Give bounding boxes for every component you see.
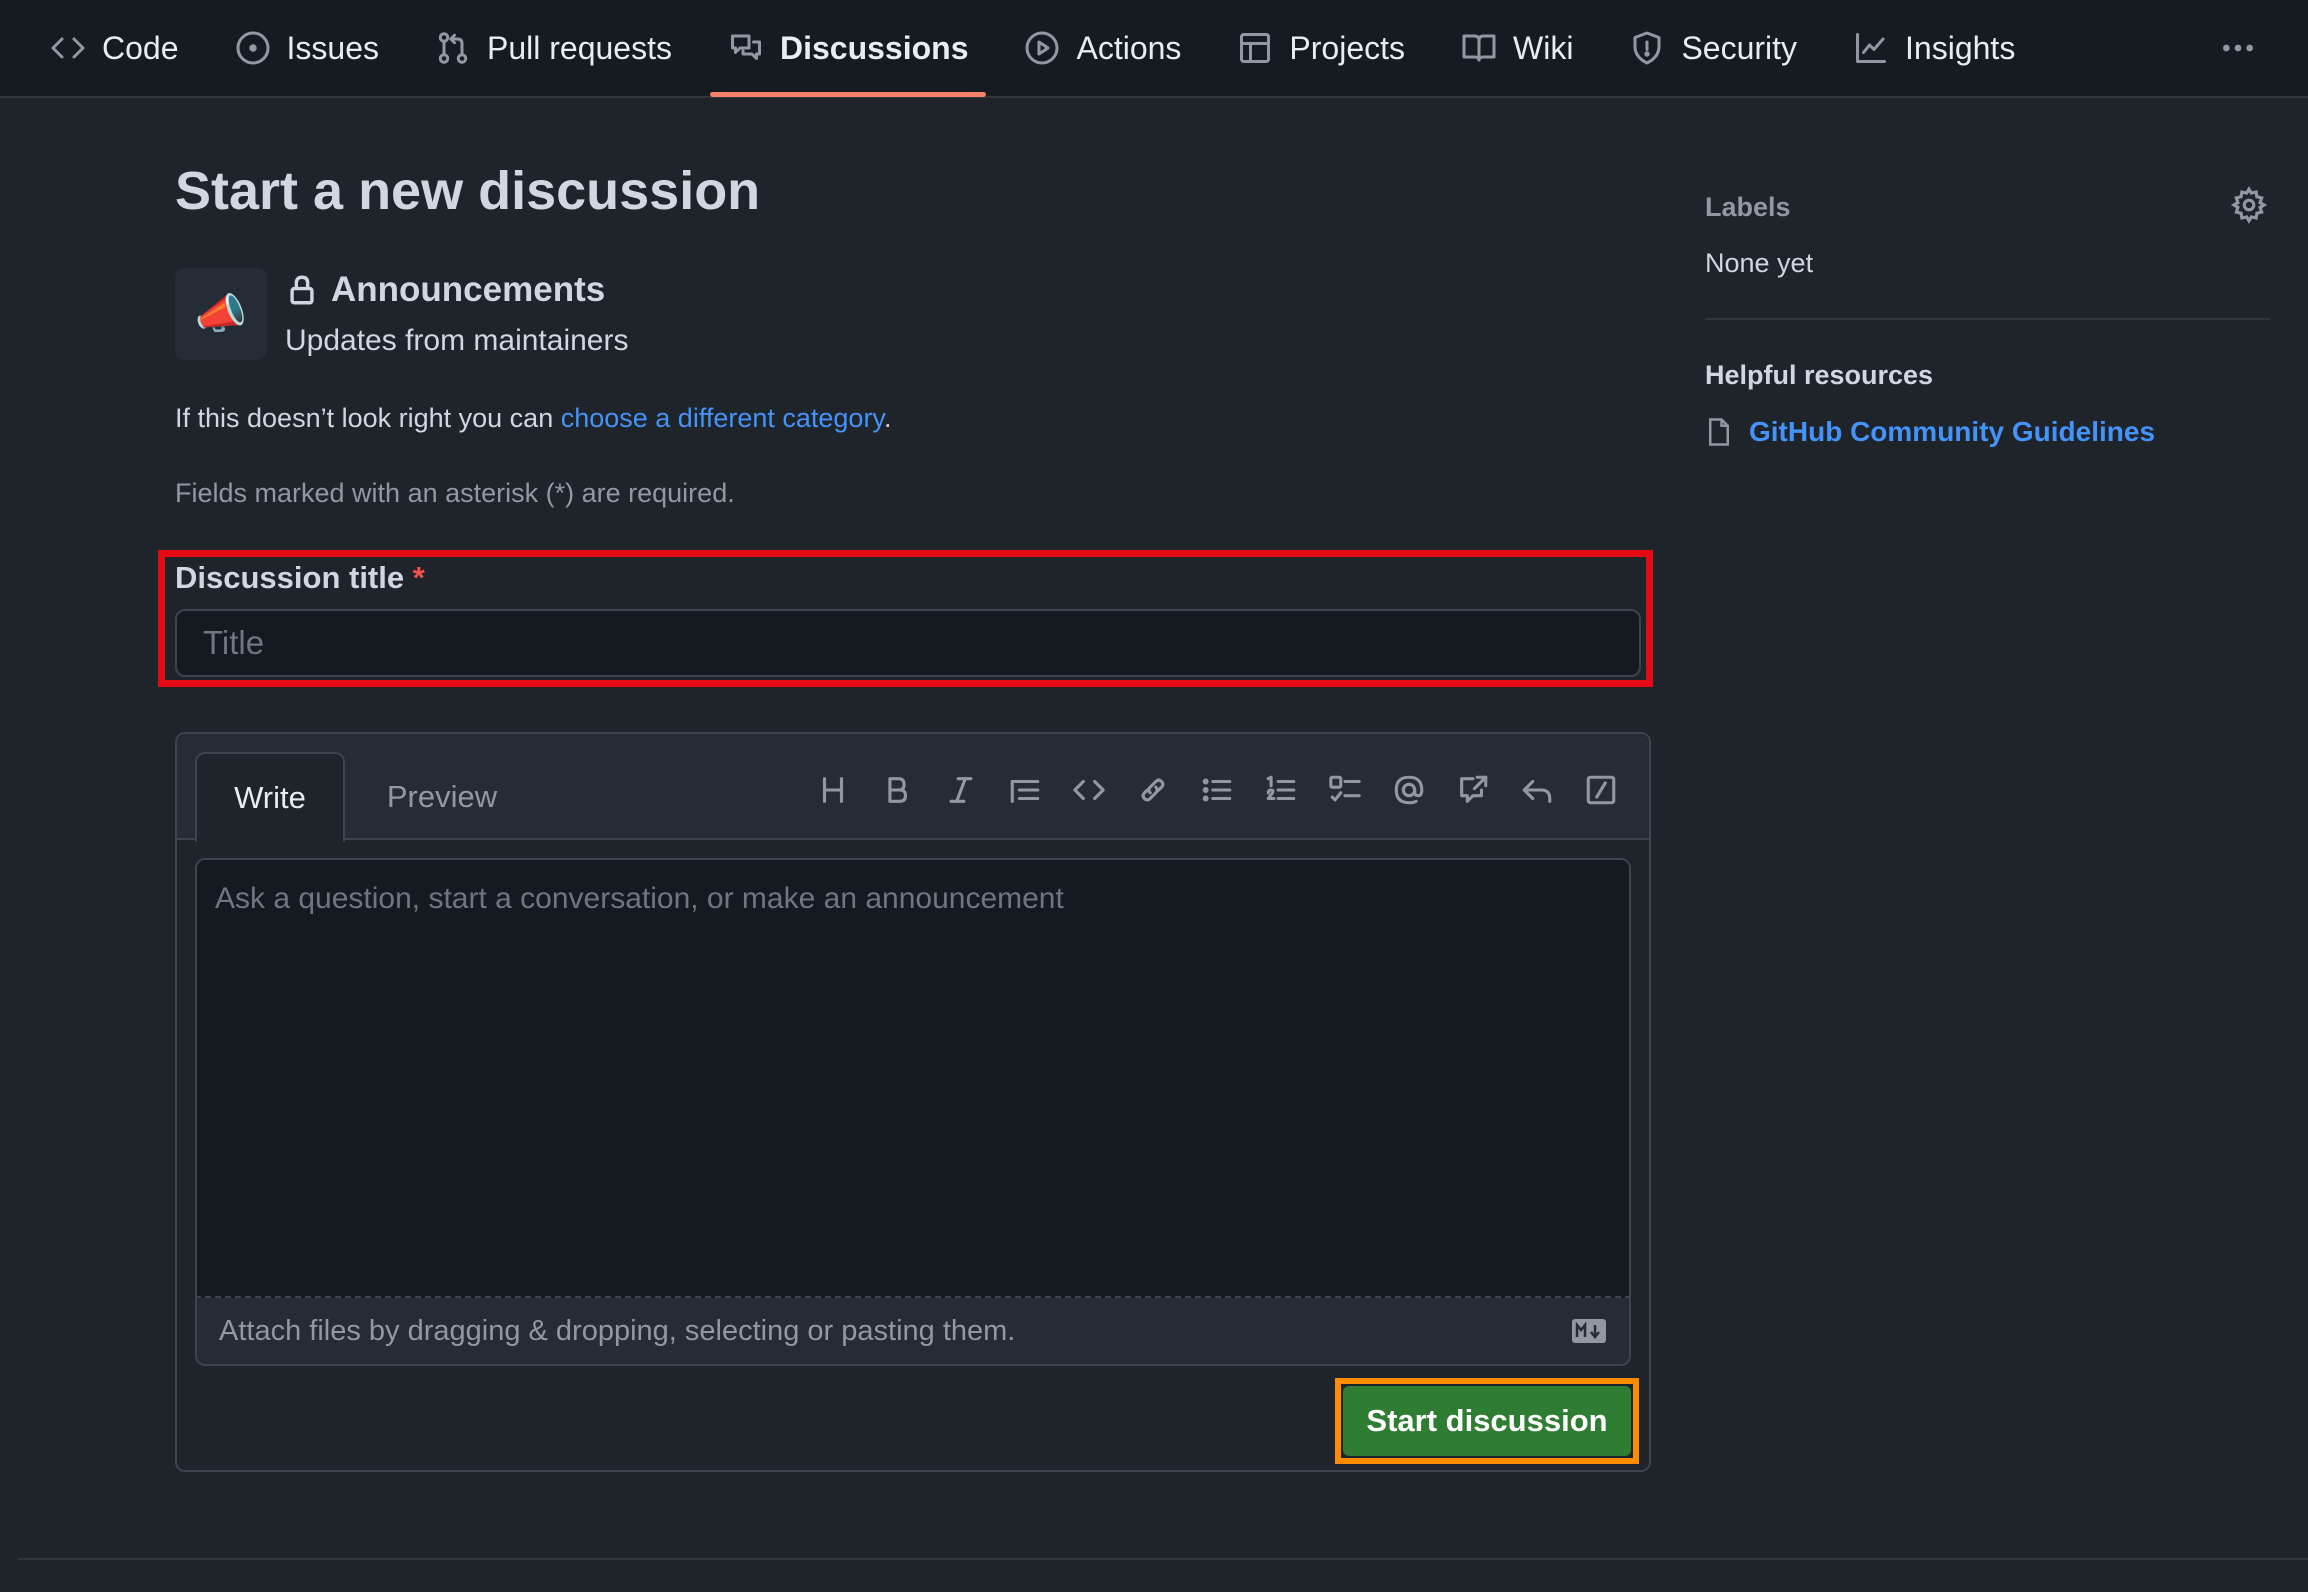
play-icon [1025,31,1059,65]
saved-reply-button[interactable] [1519,772,1555,808]
italic-button[interactable] [943,772,979,808]
kebab-horizontal-icon [2223,44,2253,52]
numbered-list-button[interactable] [1263,772,1299,808]
comment-editor: Write Preview Ask a question, start a co… [175,732,1651,1472]
tab-discussions[interactable]: Discussions [709,0,987,97]
bold-button[interactable] [879,772,915,808]
footer-divider [18,1558,2308,1560]
labels-value: None yet [1705,248,1814,278]
graph-icon [1856,33,1887,63]
tab-label: Discussions [779,29,969,66]
required-marker: * [412,560,425,595]
quote-icon [1010,779,1040,803]
discussion-title-label-text: Discussion title [175,560,405,595]
shield-icon [1633,31,1661,65]
tab-label: Wiki [1513,29,1574,66]
book-icon [1462,34,1496,62]
page-title: Start a new discussion [175,161,761,221]
heading-button[interactable] [815,772,851,808]
tab-label: Issues [286,29,379,66]
discussion-body-textarea[interactable] [195,858,1631,1298]
community-guidelines-link[interactable]: GitHub Community Guidelines [1705,416,2155,448]
community-guidelines-label: GitHub Community Guidelines [1749,416,2156,447]
category-label: Announcements [331,270,606,309]
bulleted-list-button[interactable] [1199,772,1235,808]
cross-reference-button[interactable] [1455,772,1491,808]
tab-preview[interactable]: Preview [367,752,517,842]
category-emoji: 📣 [175,268,267,360]
mention-icon [1394,775,1424,805]
tab-label: Pull requests [486,29,672,66]
editor-header: Write Preview [177,734,1649,842]
comment-discussion-icon [730,34,761,60]
tab-wiki[interactable]: Wiki [1443,0,1591,97]
quote-button[interactable] [1007,772,1043,808]
required-fields-note: Fields marked with an asterisk (*) are r… [175,478,735,508]
tasklist-icon [1329,775,1361,802]
markdown-icon[interactable] [1571,1318,1607,1344]
more-options-button[interactable] [2210,20,2266,76]
tab-label: Code [102,29,179,66]
helpful-resources-heading: Helpful resources [1705,360,1934,390]
discussion-title-label: Discussion title * [175,560,425,596]
tab-actions[interactable]: Actions [1006,0,1199,97]
labels-settings-button[interactable] [2230,186,2270,226]
category-description: Updates from maintainers [285,324,629,357]
tab-label: Actions [1076,29,1182,66]
code-icon [1073,779,1105,801]
task-list-button[interactable] [1327,772,1363,808]
heading-icon [822,777,844,803]
category-name: Announcements [285,270,605,310]
link-button[interactable] [1135,772,1171,808]
category-hint-text: If this doesn’t look right you can [175,403,561,433]
list-ordered-icon [1266,775,1296,801]
slash-icon [1586,775,1616,805]
code-icon [51,37,85,59]
attach-files-text: Attach files by dragging & dropping, sel… [219,1314,1016,1347]
tab-label: Projects [1289,29,1406,66]
start-discussion-button[interactable]: Start discussion [1343,1386,1631,1456]
cross-reference-icon [1460,775,1488,803]
choose-category-link[interactable]: choose a different category [561,403,884,433]
mention-button[interactable] [1391,772,1427,808]
discussion-title-input[interactable] [175,609,1641,677]
code-button[interactable] [1071,772,1107,808]
link-icon [1141,778,1165,802]
gear-icon [2230,186,2268,224]
tab-insights[interactable]: Insights [1835,0,2033,97]
bold-icon [888,777,908,803]
italic-icon [949,777,973,803]
repo-nav: Code Issues Pull requests Discussions Ac… [0,0,2308,98]
reply-icon [1522,779,1552,803]
sidebar-divider [1705,318,2270,320]
file-icon [1709,418,1729,446]
tab-projects[interactable]: Projects [1219,0,1423,97]
slash-commands-button[interactable] [1583,772,1619,808]
tab-write[interactable]: Write [195,752,345,842]
tab-label: Security [1681,29,1798,66]
tab-label: Insights [1905,29,2016,66]
git-pull-request-icon [438,32,468,64]
table-icon [1240,33,1271,63]
tab-pull-requests[interactable]: Pull requests [417,0,690,97]
file-attachment-bar[interactable]: Attach files by dragging & dropping, sel… [195,1298,1631,1366]
category-hint-suffix: . [883,403,892,433]
labels-heading[interactable]: Labels [1705,192,1791,223]
issue-opened-icon [236,31,269,65]
markdown-toolbar [815,772,1619,808]
tab-security[interactable]: Security [1611,0,1815,97]
list-unordered-icon [1202,778,1232,802]
tab-issues[interactable]: Issues [217,0,397,97]
category-hint: If this doesn’t look right you can choos… [175,403,891,434]
lock-icon [290,275,314,305]
tab-code[interactable]: Code [32,0,197,97]
